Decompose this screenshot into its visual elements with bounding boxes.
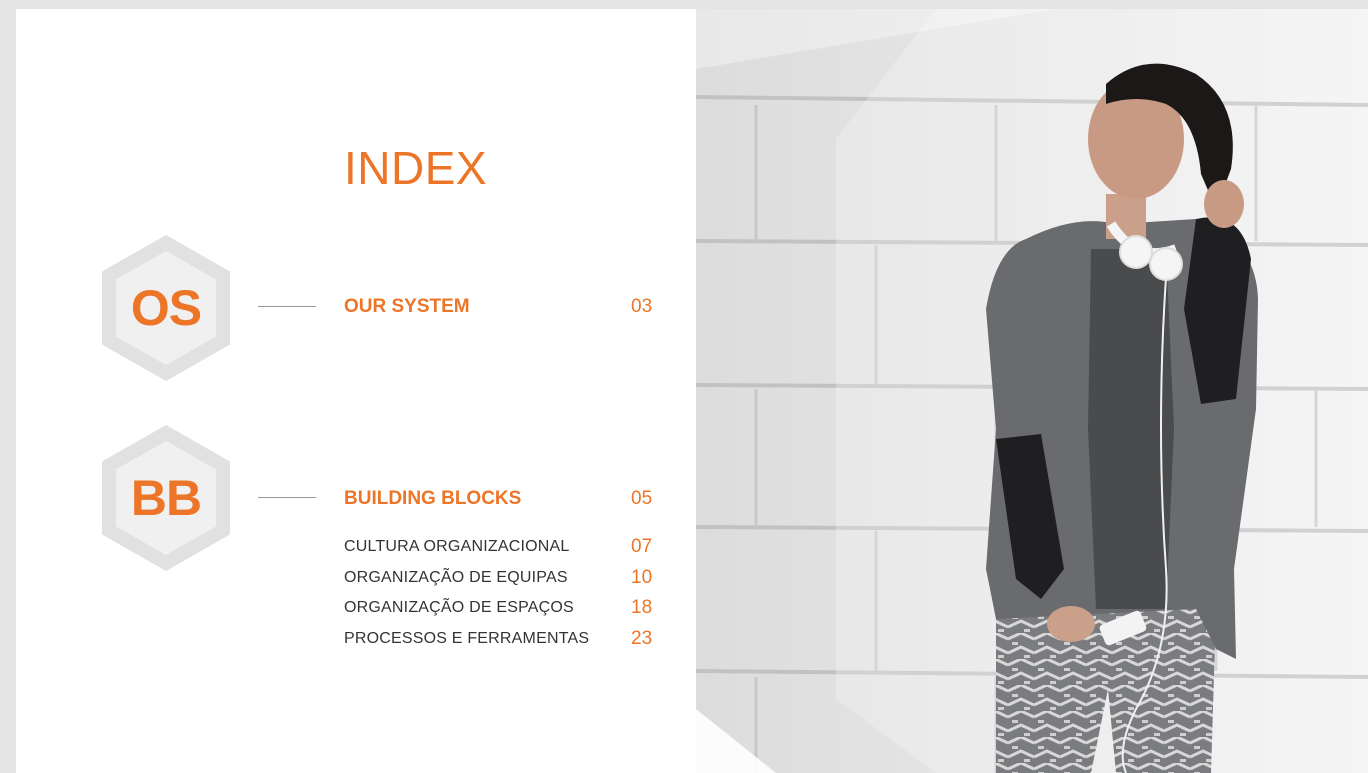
section-link-building-blocks[interactable]: BUILDING BLOCKS bbox=[344, 488, 521, 510]
subitem-page-number: 07 bbox=[631, 536, 653, 557]
woman-with-headphones-photo bbox=[695, 9, 1368, 773]
list-item[interactable]: CULTURA ORGANIZACIONAL 07 bbox=[344, 536, 664, 567]
bb-connector-line bbox=[258, 497, 316, 498]
list-item[interactable]: ORGANIZAÇÃO DE EQUIPAS 10 bbox=[344, 567, 664, 598]
os-connector-line bbox=[258, 306, 316, 307]
page-number-our-system: 03 bbox=[631, 296, 653, 317]
subitem-label: CULTURA ORGANIZACIONAL bbox=[344, 538, 570, 555]
os-badge-label: OS bbox=[130, 280, 202, 336]
subitem-page-number: 23 bbox=[631, 627, 653, 649]
index-panel: INDEX OS OUR SYSTEM 03 BB BUILDING BLOCK… bbox=[16, 9, 696, 773]
section-link-our-system[interactable]: OUR SYSTEM bbox=[344, 296, 470, 318]
subitem-label: ORGANIZAÇÃO DE ESPAÇOS bbox=[344, 599, 574, 616]
subitem-label: ORGANIZAÇÃO DE EQUIPAS bbox=[344, 568, 568, 586]
subitem-page-number: 18 bbox=[631, 597, 653, 618]
list-item[interactable]: PROCESSOS E FERRAMENTAS 23 bbox=[344, 628, 664, 659]
bb-badge-icon: BB bbox=[102, 425, 230, 571]
os-badge-icon: OS bbox=[102, 235, 230, 381]
building-blocks-subitems: CULTURA ORGANIZACIONAL 07 ORGANIZAÇÃO DE… bbox=[344, 536, 664, 658]
index-page: INDEX OS OUR SYSTEM 03 BB BUILDING BLOCK… bbox=[16, 9, 1368, 773]
page-title: INDEX bbox=[344, 142, 488, 194]
list-item[interactable]: ORGANIZAÇÃO DE ESPAÇOS 18 bbox=[344, 597, 664, 628]
page-number-building-blocks: 05 bbox=[631, 488, 653, 509]
bb-badge-label: BB bbox=[130, 470, 202, 526]
subitem-page-number: 10 bbox=[631, 566, 653, 588]
subitem-label: PROCESSOS E FERRAMENTAS bbox=[344, 629, 590, 647]
